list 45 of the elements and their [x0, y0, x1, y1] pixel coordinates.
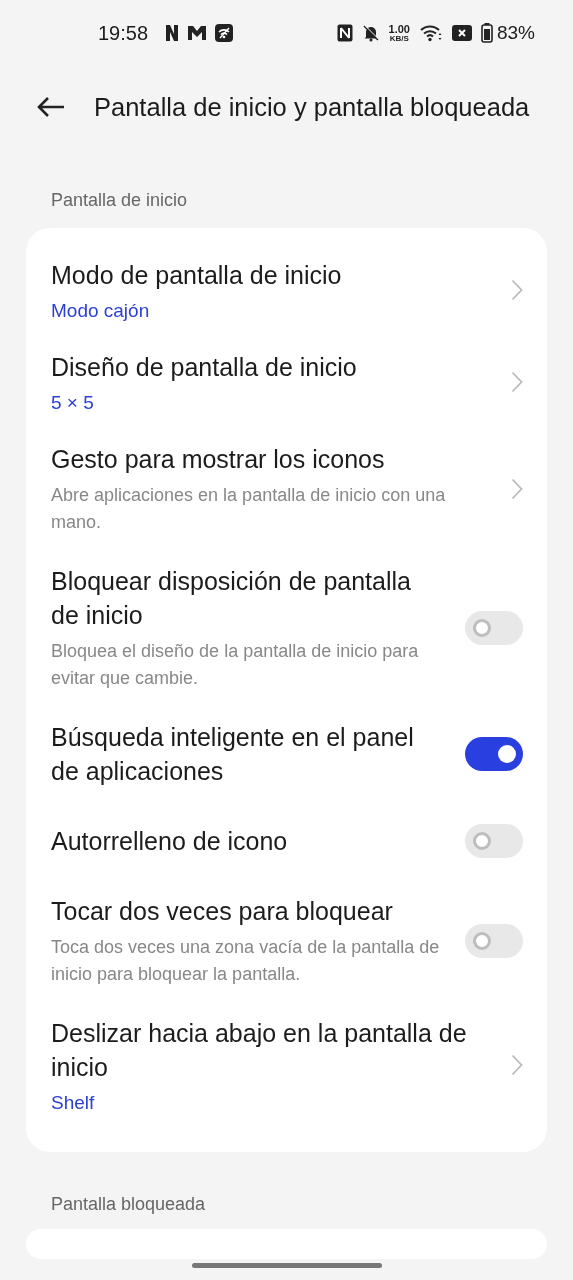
wifi-icon	[418, 24, 443, 42]
page-title: Pantalla de inicio y pantalla bloqueada	[94, 92, 530, 122]
settings-item[interactable]: Gesto para mostrar los iconos Abre aplicaciones en la pantalla de inicio con una mano.	[26, 428, 547, 550]
chevron-icon	[511, 1054, 523, 1076]
toggle-switch[interactable]	[465, 824, 523, 858]
settings-item[interactable]: Autorrelleno de icono	[26, 802, 547, 880]
chevron-icon	[511, 478, 523, 500]
setting-description: Bloquea el diseño de la pantalla de inicio para evitar que cambie.	[51, 640, 420, 690]
setting-description: Abre aplicaciones en la pantalla de inicio con una mano.	[51, 484, 447, 534]
toggle-switch[interactable]	[465, 737, 523, 771]
settings-item[interactable]: Búsqueda inteligente en el panel de aplicaciones	[26, 706, 547, 802]
settings-item[interactable]: Bloquear disposición de pantalla de inicio Bloquea el diseño de la pantalla de inicio para evitar que cambie.	[26, 550, 547, 706]
section-title: Pantalla de inicio	[50, 189, 189, 212]
setting-title: Bloquear disposición de pantalla de inicio	[51, 566, 412, 631]
settings-item[interactable]: Tocar dos veces para bloquear Toca dos veces una zona vacía de la pantalla de inicio para bloquear la pantalla.	[26, 880, 547, 1002]
toggle-switch[interactable]	[465, 924, 523, 958]
settings-item[interactable]: Modo de pantalla de inicio Modo cajón	[26, 244, 547, 336]
notification-icon	[188, 25, 207, 41]
setting-title: Autorrelleno de icono	[51, 826, 289, 857]
setting-title: Tocar dos veces para bloquear	[51, 896, 394, 927]
net-speed: 1.00	[388, 23, 410, 35]
setting-title: Deslizar hacia abajo en la pantalla de inicio	[51, 1018, 468, 1083]
settings-item[interactable]: Diseño de pantalla de inicio 5 × 5	[26, 336, 547, 428]
no-sim-icon	[451, 25, 472, 41]
net-speed-unit: KB/S	[389, 34, 409, 43]
setting-title: Diseño de pantalla de inicio	[51, 352, 358, 383]
setting-title: Gesto para mostrar los iconos	[51, 444, 386, 475]
setting-value: Shelf	[51, 1092, 96, 1114]
chevron-icon	[511, 279, 523, 301]
chevron-icon	[511, 371, 523, 393]
settings-item[interactable]: Deslizar hacia abajo en la pantalla de inicio Shelf	[26, 1002, 547, 1128]
wifi-icon	[215, 24, 234, 42]
bell-off-icon	[361, 24, 380, 42]
setting-title: Modo de pantalla de inicio	[51, 260, 343, 291]
setting-value: Modo cajón	[51, 300, 151, 322]
setting-title: Búsqueda inteligente en el panel de aplicaciones	[51, 722, 415, 787]
section-title: Pantalla bloqueada	[50, 1193, 207, 1216]
toggle-switch[interactable]	[465, 611, 523, 645]
battery-icon	[480, 23, 493, 43]
nfc-icon	[336, 24, 353, 42]
setting-value: 5 × 5	[51, 392, 95, 414]
notification-icon	[165, 24, 180, 42]
battery-percentage: 83%	[496, 22, 535, 44]
setting-description: Toca dos veces una zona vacía de la pantalla de inicio para bloquear la pantalla.	[51, 936, 441, 986]
status-time: 19:58	[98, 21, 149, 45]
